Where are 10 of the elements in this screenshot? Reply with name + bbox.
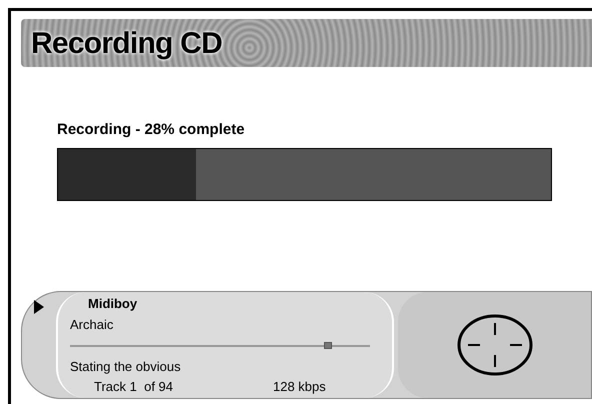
- play-icon[interactable]: [34, 300, 44, 314]
- album-name: Archaic: [70, 316, 114, 334]
- song-title: Stating the obvious: [70, 358, 182, 376]
- crosshair-icon[interactable]: [456, 312, 534, 376]
- progress-label: Recording - 28% complete: [57, 120, 246, 140]
- track-count: Track 1 of 94: [94, 378, 173, 396]
- seek-handle[interactable]: [324, 342, 332, 348]
- page-title: Recording CD: [31, 26, 222, 62]
- artist-name: Midiboy: [88, 294, 138, 313]
- bitrate: 128 kbps: [273, 378, 326, 396]
